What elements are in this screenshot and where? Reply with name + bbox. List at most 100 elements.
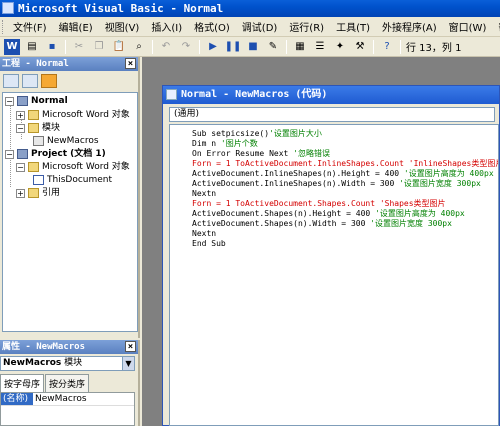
collapse-icon[interactable]: − — [5, 96, 14, 106]
folder-icon — [28, 188, 39, 198]
code-window-title: Normal - NewMacros (代码) — [181, 89, 328, 100]
tree-node-project-doc1[interactable]: − Project (文档 1) — [5, 148, 106, 160]
run-icon[interactable]: ▶ — [205, 39, 221, 55]
menu-edit[interactable]: 编辑(E) — [53, 19, 99, 34]
code-line[interactable]: Dim n '图片个数 — [192, 139, 498, 149]
expand-icon[interactable]: + — [16, 110, 25, 120]
project-tree: − Normal + Microsoft Word 对象 − 模块 NewMac… — [2, 92, 138, 332]
undo-icon[interactable]: ↶ — [158, 39, 174, 55]
object-selector[interactable]: NewMacros 模块 ▼ — [0, 356, 135, 371]
code-window-titlebar[interactable]: Normal - NewMacros (代码) — [163, 86, 499, 104]
folder-icon — [28, 110, 39, 120]
code-line[interactable]: End Sub — [192, 239, 498, 249]
title-bar: Microsoft Visual Basic - Normal — [0, 0, 500, 17]
collapse-icon[interactable]: − — [16, 162, 25, 172]
tab-alphabetic[interactable]: 按字母序 — [0, 374, 45, 392]
code-comment: '设置图片大小 — [269, 129, 322, 138]
code-statement: Sub setpicsize() — [192, 129, 270, 138]
properties-header: 属性 - NewMacros × — [0, 340, 138, 354]
close-icon[interactable]: × — [125, 341, 136, 352]
menu-insert[interactable]: 插入(I) — [145, 19, 188, 34]
menu-file[interactable]: 文件(F) — [7, 19, 53, 34]
copy-icon[interactable]: ❐ — [91, 39, 107, 55]
help-icon[interactable]: ? — [379, 39, 395, 55]
redo-icon[interactable]: ↷ — [178, 39, 194, 55]
code-comment: '图片个数 — [220, 139, 258, 148]
view-object-icon[interactable] — [22, 74, 38, 88]
collapse-icon[interactable]: − — [16, 123, 25, 133]
document-icon — [33, 175, 44, 185]
collapse-icon[interactable]: − — [5, 149, 14, 159]
expand-icon[interactable]: + — [16, 188, 25, 198]
standard-toolbar: W ▤ ▪ ✂ ❐ 📋 ⌕ ↶ ↷ ▶ ❚❚ ■ ✎ ▦ ☰ ✦ ⚒ ? 行 1… — [0, 37, 500, 57]
insert-module-icon[interactable]: ▤ — [24, 39, 40, 55]
project-explorer-icon[interactable]: ▦ — [292, 39, 308, 55]
property-key: (名称) — [1, 393, 33, 405]
property-value[interactable]: NewMacros — [33, 393, 87, 405]
menu-bar: 文件(F) 编辑(E) 视图(V) 插入(I) 格式(O) 调试(D) 运行(R… — [0, 17, 500, 37]
code-line[interactable]: Nextn — [192, 229, 498, 239]
code-line[interactable]: Forn = 1 ToActiveDocument.InlineShapes.C… — [192, 159, 498, 169]
code-editor[interactable]: Sub setpicsize()'设置图片大小 Dim n '图片个数 On Err… — [169, 124, 499, 426]
code-line[interactable]: ActiveDocument.Shapes(n).Height = 400 '设… — [192, 209, 498, 219]
code-line[interactable]: ActiveDocument.InlineShapes(n).Height = … — [192, 169, 498, 179]
toolbox-icon[interactable]: ⚒ — [352, 39, 368, 55]
code-statement: On Error Resume Next — [192, 149, 294, 158]
tab-categorized[interactable]: 按分类序 — [45, 374, 90, 392]
tree-node-thisdocument[interactable]: ThisDocument — [33, 174, 112, 186]
tree-line — [10, 105, 11, 151]
code-line[interactable]: Nextn — [192, 189, 498, 199]
tree-node-newmacros[interactable]: NewMacros — [33, 135, 99, 147]
close-icon[interactable]: × — [125, 58, 136, 69]
code-statement: ActiveDocument.Shapes(n).Height = 400 — [192, 209, 376, 218]
view-word-icon[interactable]: W — [4, 38, 20, 55]
property-row[interactable]: (名称) NewMacros — [1, 393, 134, 406]
menu-grip-handle[interactable] — [2, 19, 3, 34]
tree-node-word-objects-doc1[interactable]: − Microsoft Word 对象 — [16, 161, 130, 173]
menu-window[interactable]: 窗口(W) — [443, 19, 493, 34]
object-combo[interactable]: (通用) — [169, 107, 495, 122]
toolbar-separator — [199, 39, 200, 54]
menu-format[interactable]: 格式(O) — [188, 19, 236, 34]
tree-node-modules[interactable]: − 模块 — [16, 122, 60, 134]
properties-title: 属性 - NewMacros — [2, 342, 86, 352]
code-comment: '设置图片宽度 300px — [399, 179, 481, 188]
toolbar-separator — [65, 39, 66, 54]
code-statement: Forn = 1 ToActiveDocument.InlineShapes.C… — [192, 159, 409, 168]
menu-addins[interactable]: 外接程序(A) — [376, 19, 443, 34]
menu-help[interactable]: 帮助 — [492, 19, 500, 34]
save-icon[interactable]: ▪ — [44, 39, 60, 55]
tree-node-word-objects[interactable]: + Microsoft Word 对象 — [16, 109, 130, 121]
code-statement: ActiveDocument.InlineShapes(n).Width = 3… — [192, 179, 400, 188]
tree-node-normal[interactable]: − Normal — [5, 95, 68, 107]
menu-view[interactable]: 视图(V) — [99, 19, 146, 34]
window-title: Microsoft Visual Basic - Normal — [18, 2, 224, 15]
design-mode-icon[interactable]: ✎ — [265, 39, 281, 55]
code-line[interactable]: On Error Resume Next '忽略错误 — [192, 149, 498, 159]
code-window-icon — [166, 89, 177, 100]
cut-icon[interactable]: ✂ — [71, 39, 87, 55]
tree-node-references[interactable]: + 引用 — [16, 187, 60, 199]
code-line[interactable]: ActiveDocument.InlineShapes(n).Width = 3… — [192, 179, 498, 189]
chevron-down-icon[interactable]: ▼ — [122, 357, 134, 370]
toolbar-separator — [400, 39, 401, 54]
view-code-icon[interactable] — [3, 74, 19, 88]
menu-tools[interactable]: 工具(T) — [330, 19, 376, 34]
code-line[interactable]: Forn = 1 ToActiveDocument.Shapes.Count '… — [192, 199, 498, 209]
find-icon[interactable]: ⌕ — [131, 39, 147, 55]
menu-debug[interactable]: 调试(D) — [236, 19, 284, 34]
code-comment: '设置图片宽度 300px — [370, 219, 452, 228]
code-statement: ActiveDocument.InlineShapes(n).Height = … — [192, 169, 404, 178]
project-icon — [17, 96, 28, 106]
menu-run[interactable]: 运行(R) — [283, 19, 330, 34]
code-line[interactable]: Sub setpicsize()'设置图片大小 — [192, 129, 498, 139]
break-icon[interactable]: ❚❚ — [225, 39, 242, 55]
code-statement: ActiveDocument.Shapes(n).Width = 300 — [192, 219, 371, 228]
object-browser-icon[interactable]: ✦ — [332, 39, 348, 55]
toggle-folders-icon[interactable] — [41, 74, 57, 88]
paste-icon[interactable]: 📋 — [111, 39, 127, 55]
folder-open-icon — [28, 123, 39, 133]
properties-window-icon[interactable]: ☰ — [312, 39, 328, 55]
reset-icon[interactable]: ■ — [245, 39, 261, 55]
code-line[interactable]: ActiveDocument.Shapes(n).Width = 300 '设置… — [192, 219, 498, 229]
